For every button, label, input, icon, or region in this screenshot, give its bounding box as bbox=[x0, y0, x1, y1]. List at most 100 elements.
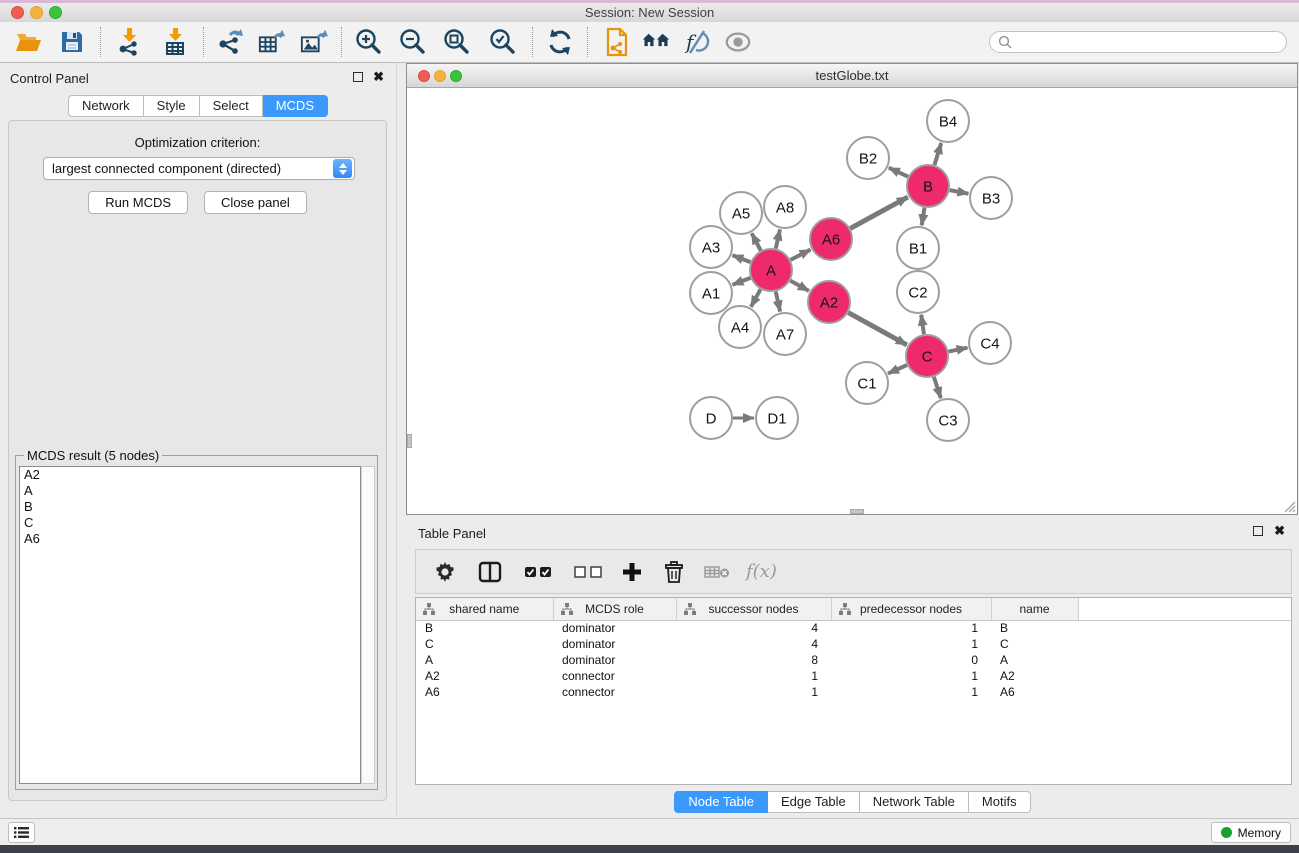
result-item[interactable]: A bbox=[20, 483, 360, 499]
table-cell[interactable]: B bbox=[416, 620, 553, 636]
apply-layout-icon[interactable] bbox=[546, 28, 574, 56]
run-mcds-button[interactable]: Run MCDS bbox=[88, 191, 188, 214]
task-history-button[interactable] bbox=[8, 822, 35, 843]
import-table-icon[interactable] bbox=[161, 28, 189, 56]
table-cell[interactable]: C bbox=[416, 636, 553, 652]
select-all-columns-icon[interactable] bbox=[524, 557, 552, 587]
open-session-icon[interactable] bbox=[14, 28, 42, 56]
table-cell[interactable]: dominator bbox=[553, 620, 676, 636]
table-cell[interactable] bbox=[1078, 620, 1291, 636]
table-cell[interactable]: connector bbox=[553, 668, 676, 684]
column-successor-nodes[interactable]: successor nodes bbox=[676, 598, 831, 620]
search-field[interactable] bbox=[989, 31, 1287, 53]
memory-button[interactable]: Memory bbox=[1211, 822, 1291, 843]
table-cell[interactable]: dominator bbox=[553, 652, 676, 668]
result-item[interactable]: C bbox=[20, 515, 360, 531]
tab-motifs[interactable]: Motifs bbox=[969, 791, 1031, 813]
graph-edge-A-A2[interactable] bbox=[790, 281, 809, 291]
table-cell[interactable]: dominator bbox=[553, 636, 676, 652]
table-cell[interactable] bbox=[1078, 652, 1291, 668]
save-session-icon[interactable] bbox=[58, 28, 86, 56]
graph-edge-A-A1[interactable] bbox=[732, 278, 750, 285]
show-column-panel-icon[interactable] bbox=[478, 557, 502, 587]
table-cell[interactable]: A6 bbox=[416, 684, 553, 700]
graph-edge-C-C3[interactable] bbox=[934, 377, 941, 398]
delete-column-icon[interactable] bbox=[664, 557, 684, 587]
graph-edge-A-A4[interactable] bbox=[751, 289, 761, 306]
graph-edge-A-A5[interactable] bbox=[752, 233, 761, 250]
mcds-result-list[interactable]: A2ABCA6 bbox=[19, 466, 361, 784]
table-cell[interactable] bbox=[1078, 684, 1291, 700]
deselect-all-columns-icon[interactable] bbox=[574, 557, 602, 587]
table-cell[interactable] bbox=[1078, 668, 1291, 684]
close-panel-button[interactable]: Close panel bbox=[204, 191, 307, 214]
graph-edge-A2-C[interactable] bbox=[848, 313, 907, 345]
show-hide-details-icon[interactable] bbox=[724, 28, 752, 56]
table-cell[interactable]: 1 bbox=[831, 668, 991, 684]
table-cell[interactable]: A bbox=[991, 652, 1078, 668]
close-panel-icon[interactable]: ✖ bbox=[1274, 523, 1285, 539]
graph-edge-B-B2[interactable] bbox=[889, 168, 908, 177]
graph-edge-B-B3[interactable] bbox=[950, 190, 969, 194]
table-cell[interactable]: 8 bbox=[676, 652, 831, 668]
tab-network-table[interactable]: Network Table bbox=[860, 791, 969, 813]
home-view-icon[interactable] bbox=[642, 28, 670, 56]
graph-edge-C-C1[interactable] bbox=[888, 365, 907, 374]
search-input[interactable] bbox=[1017, 35, 1278, 49]
table-cell[interactable]: 1 bbox=[831, 684, 991, 700]
table-cell[interactable]: 4 bbox=[676, 620, 831, 636]
import-network-icon[interactable] bbox=[115, 28, 143, 56]
result-item[interactable]: B bbox=[20, 499, 360, 515]
graph-edge-C-C4[interactable] bbox=[949, 348, 968, 352]
table-cell[interactable]: 0 bbox=[831, 652, 991, 668]
column-shared-name[interactable]: shared name bbox=[416, 598, 553, 620]
table-row[interactable]: A6connector11A6 bbox=[416, 684, 1291, 700]
close-panel-icon[interactable]: ✖ bbox=[373, 69, 384, 85]
zoom-selected-icon[interactable] bbox=[488, 28, 516, 56]
graph-edge-A6-B[interactable] bbox=[850, 197, 908, 228]
table-cell[interactable]: C bbox=[991, 636, 1078, 652]
delete-table-icon[interactable] bbox=[704, 557, 730, 587]
graph-edge-A-A7[interactable] bbox=[776, 291, 780, 311]
graph-edge-A-A8[interactable] bbox=[776, 229, 780, 248]
hide-graphics-details-icon[interactable]: f bbox=[682, 28, 710, 56]
table-row[interactable]: Cdominator41C bbox=[416, 636, 1291, 652]
result-scrollbar[interactable] bbox=[361, 466, 375, 784]
table-cell[interactable]: 1 bbox=[831, 620, 991, 636]
column-mcds-role[interactable]: MCDS role bbox=[553, 598, 676, 620]
table-cell[interactable]: 1 bbox=[676, 668, 831, 684]
network-canvas[interactable]: B4B2BB3A8A5A6A3B1AA1C2A2A4A7C4CC1DD1C3 bbox=[407, 89, 1297, 514]
table-cell[interactable]: 1 bbox=[831, 636, 991, 652]
zoom-fit-icon[interactable] bbox=[442, 28, 470, 56]
export-image-icon[interactable] bbox=[300, 28, 328, 56]
column-predecessor-nodes[interactable]: predecessor nodes bbox=[831, 598, 991, 620]
tab-select[interactable]: Select bbox=[200, 95, 263, 117]
graph-edge-B-B1[interactable] bbox=[922, 208, 925, 226]
table-cell[interactable]: 1 bbox=[676, 684, 831, 700]
zoom-out-icon[interactable] bbox=[398, 28, 426, 56]
canvas-vscroll-thumb[interactable] bbox=[407, 434, 412, 448]
table-cell[interactable] bbox=[1078, 636, 1291, 652]
result-item[interactable]: A2 bbox=[20, 467, 360, 483]
resize-grip[interactable] bbox=[1282, 499, 1296, 513]
export-network-icon[interactable] bbox=[216, 28, 244, 56]
table-row[interactable]: Adominator80A bbox=[416, 652, 1291, 668]
tab-style[interactable]: Style bbox=[144, 95, 200, 117]
table-cell[interactable]: connector bbox=[553, 684, 676, 700]
table-cell[interactable]: B bbox=[991, 620, 1078, 636]
table-cell[interactable]: A bbox=[416, 652, 553, 668]
table-cell[interactable]: 4 bbox=[676, 636, 831, 652]
export-table-icon[interactable] bbox=[258, 28, 286, 56]
graph-edge-B-B4[interactable] bbox=[934, 143, 941, 165]
network-window-titlebar[interactable]: testGlobe.txt bbox=[407, 64, 1297, 88]
float-panel-icon[interactable] bbox=[353, 72, 363, 82]
table-cell[interactable]: A6 bbox=[991, 684, 1078, 700]
settings-gear-icon[interactable] bbox=[434, 557, 456, 587]
tab-network[interactable]: Network bbox=[68, 95, 144, 117]
canvas-hscroll-thumb[interactable] bbox=[850, 509, 864, 514]
graph-edge-A-A3[interactable] bbox=[732, 255, 750, 262]
function-builder-icon[interactable]: f(x) bbox=[746, 557, 777, 587]
network-from-document-icon[interactable] bbox=[603, 28, 631, 56]
zoom-in-icon[interactable] bbox=[354, 28, 382, 56]
network-graph[interactable]: B4B2BB3A8A5A6A3B1AA1C2A2A4A7C4CC1DD1C3 bbox=[407, 89, 1297, 515]
